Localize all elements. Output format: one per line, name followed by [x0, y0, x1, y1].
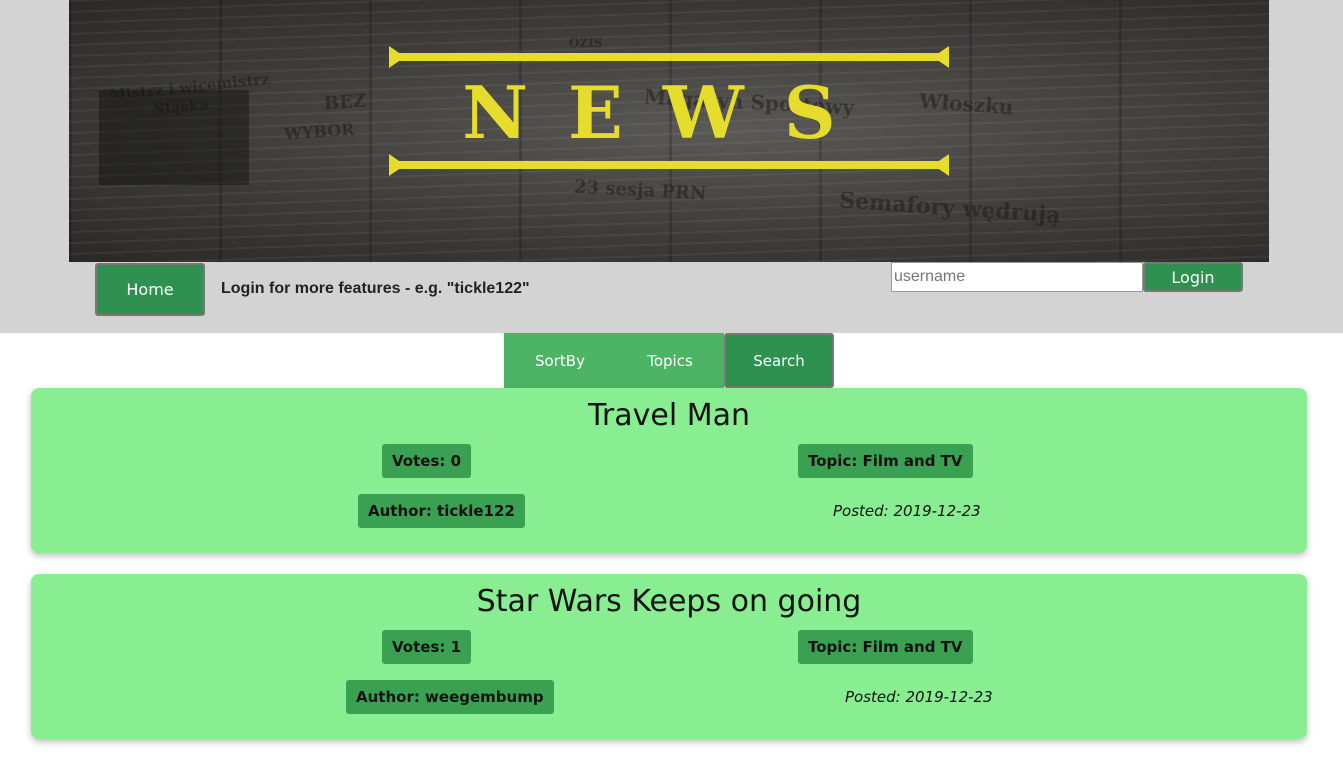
username-input[interactable] [891, 262, 1143, 292]
posted-date: Posted: 2019-12-23 [833, 502, 981, 520]
article-title[interactable]: Travel Man [31, 398, 1307, 433]
votes-badge: Votes: 1 [382, 630, 472, 664]
site-header: Mistrz i wicemistrz Śląska BEZ WYBOR OZI… [0, 0, 1343, 333]
search-button[interactable]: Search [724, 333, 834, 388]
article-card[interactable]: Star Wars Keeps on going Votes: 1 Topic:… [31, 574, 1307, 739]
sortby-button[interactable]: SortBy [504, 333, 616, 388]
newspaper-headline: Semafory wędrują [838, 187, 1062, 229]
posted-date: Posted: 2019-12-23 [845, 688, 993, 706]
news-banner-image: Mistrz i wicemistrz Śląska BEZ WYBOR OZI… [69, 0, 1269, 262]
newspaper-headline: BEZ [323, 90, 367, 115]
article-title[interactable]: Star Wars Keeps on going [31, 584, 1307, 619]
home-button[interactable]: Home [95, 263, 205, 316]
login-button[interactable]: Login [1143, 262, 1243, 292]
topic-badge: Topic: Film and TV [798, 444, 973, 478]
votes-badge: Votes: 0 [382, 444, 472, 478]
topic-badge: Topic: Film and TV [798, 630, 973, 664]
news-logo: NEWS [389, 46, 949, 180]
login-hint-text: Login for more features - e.g. "tickle12… [221, 280, 530, 297]
topics-button[interactable]: Topics [616, 333, 724, 388]
newspaper-headline: WYBOR [283, 119, 356, 144]
news-logo-text: NEWS [462, 70, 876, 155]
author-badge: Author: tickle122 [358, 494, 525, 528]
newspaper-headline: 23 sesja PRN [573, 176, 707, 205]
article-nav-bar: SortBy Topics Search [504, 333, 834, 388]
article-card[interactable]: Travel Man Votes: 0 Topic: Film and TV A… [31, 388, 1307, 553]
author-badge: Author: weegembump [346, 680, 554, 714]
